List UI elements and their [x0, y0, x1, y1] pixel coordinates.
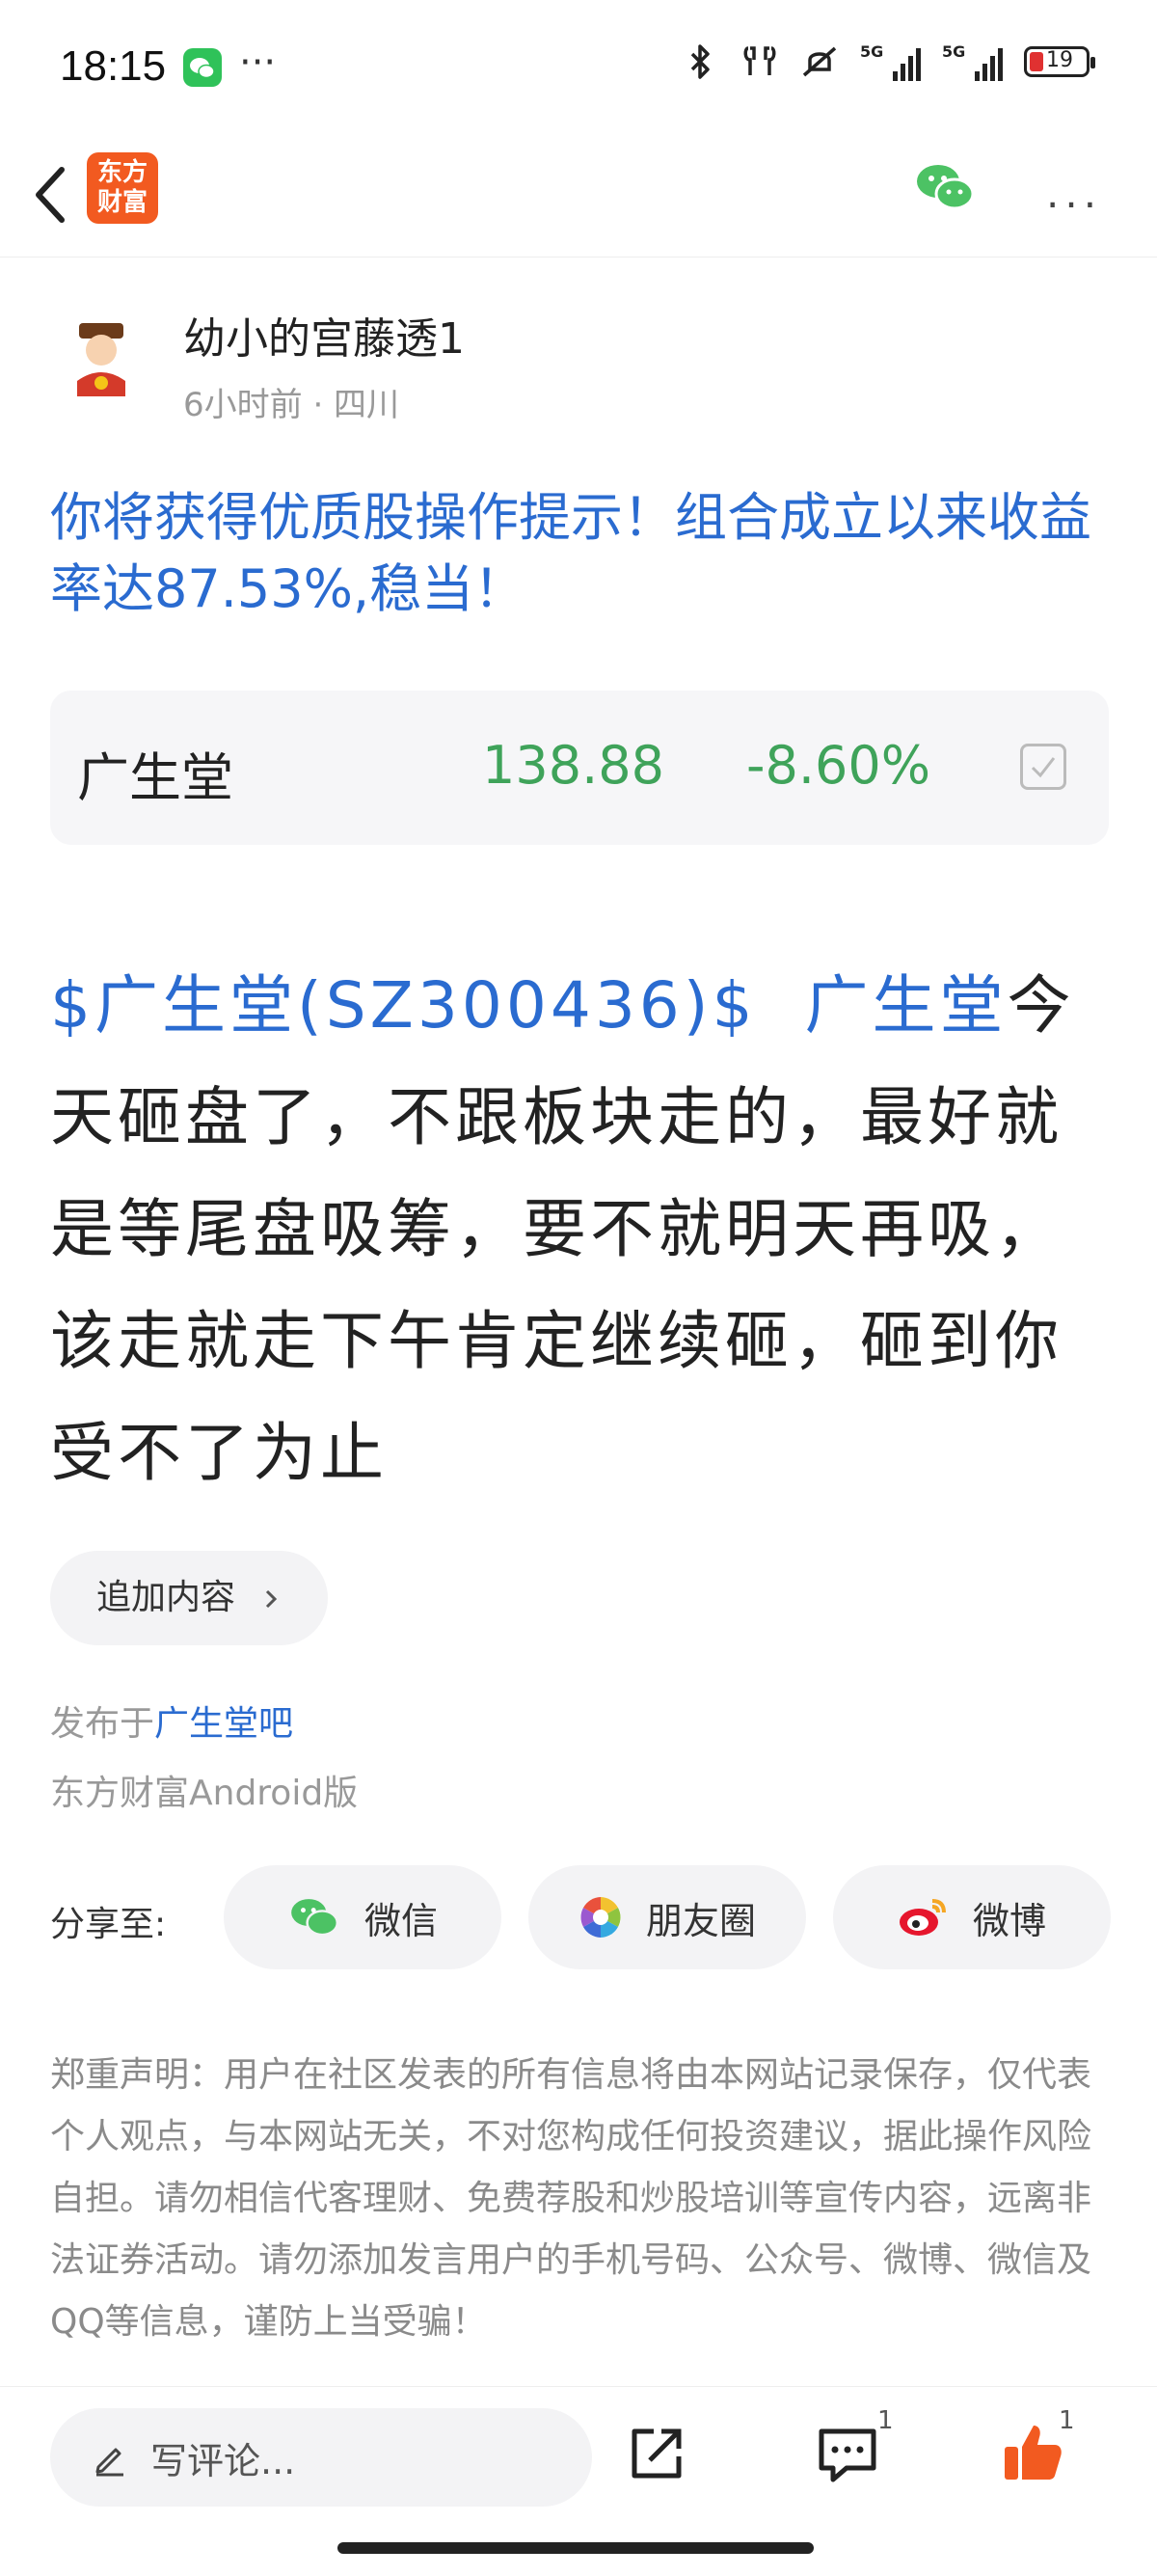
share-icon[interactable] — [627, 2424, 686, 2483]
share-wechat-label: 微信 — [363, 1899, 438, 1942]
client-info: 东方财富Android版 — [50, 1774, 359, 1813]
stock-name: 广生堂 — [77, 747, 233, 808]
avatar[interactable] — [58, 313, 145, 400]
eastmoney-logo: 东方 财富 — [87, 152, 158, 224]
earbuds-icon — [743, 46, 776, 75]
share-wechat-button[interactable]: 微信 — [224, 1865, 501, 1969]
status-more-icon: ··· — [239, 41, 277, 85]
comment-icon[interactable] — [816, 2424, 879, 2485]
posted-in-label: 发布于 — [50, 1704, 155, 1744]
stock-name-link[interactable]: 广生堂 — [805, 968, 1008, 1043]
post-body-text: 今天砸盘了，不跟板块走的，最好就是等尾盘吸筹，要不就明天再吸，该走就走下午肯定继… — [50, 968, 1075, 1490]
post-meta: 6小时前 · 四川 — [183, 386, 400, 424]
home-indicator[interactable] — [337, 2542, 814, 2554]
signal-icon: 5G — [860, 42, 921, 81]
share-moments-button[interactable]: 朋友圈 — [528, 1865, 806, 1969]
stock-price: 138.88 — [482, 735, 664, 796]
status-icons: 5G 5G 19 — [681, 42, 1095, 81]
status-bar: 18:15 ··· 5G 5G 19 — [0, 0, 1157, 135]
nav-bar: 东方 财富 ··· — [0, 135, 1157, 258]
more-options-icon[interactable]: ··· — [1046, 181, 1102, 229]
post-title[interactable]: 你将获得优质股操作提示！组合成立以来收益率达87.53%,稳当！ — [50, 482, 1120, 625]
stock-card[interactable]: 广生堂 138.88 -8.60% — [50, 691, 1109, 845]
share-weibo-label: 微博 — [972, 1899, 1046, 1942]
battery-icon: 19 — [1024, 46, 1095, 77]
signal-icon: 5G — [942, 42, 1003, 81]
append-content-button[interactable]: 追加内容 — [50, 1551, 328, 1645]
weibo-icon — [899, 1899, 946, 1936]
wechat-icon[interactable] — [914, 160, 976, 214]
comment-placeholder: 写评论... — [150, 2439, 296, 2482]
moments-icon — [579, 1897, 621, 1938]
wechat-notification-icon — [183, 48, 222, 87]
author-name[interactable]: 幼小的宫藤透1 — [183, 304, 465, 366]
add-watchlist-checkbox[interactable] — [1020, 744, 1066, 790]
pencil-icon — [95, 2448, 123, 2477]
comment-count: 1 — [877, 2406, 894, 2435]
disclaimer: 郑重声明：用户在社区发表的所有信息将由本网站记录保存，仅代表个人观点，与本网站无… — [50, 2055, 1092, 2342]
back-arrow-icon[interactable] — [27, 156, 75, 233]
share-moments-label: 朋友圈 — [645, 1899, 756, 1942]
share-weibo-button[interactable]: 微博 — [833, 1865, 1111, 1969]
append-content-label: 追加内容 — [96, 1578, 236, 1617]
thumbs-up-icon[interactable] — [1001, 2420, 1064, 2483]
status-time: 18:15 — [60, 42, 167, 90]
stock-change: -8.60% — [746, 735, 931, 796]
posted-in: 发布于广生堂吧 — [50, 1695, 293, 1746]
comment-input[interactable]: 写评论... — [50, 2408, 592, 2507]
like-count: 1 — [1059, 2406, 1075, 2435]
mute-icon — [802, 46, 837, 77]
chevron-right-icon — [266, 1589, 278, 1609]
share-label: 分享至: — [50, 1905, 167, 1944]
bluetooth-icon — [690, 44, 710, 79]
post-body: $广生堂(SZ300436)$ 广生堂今天砸盘了，不跟板块走的，最好就是等尾盘吸… — [50, 950, 1120, 1509]
stock-tag-link[interactable]: $广生堂(SZ300436)$ — [50, 968, 757, 1043]
wechat-icon — [291, 1899, 339, 1937]
forum-link[interactable]: 广生堂吧 — [154, 1704, 293, 1744]
